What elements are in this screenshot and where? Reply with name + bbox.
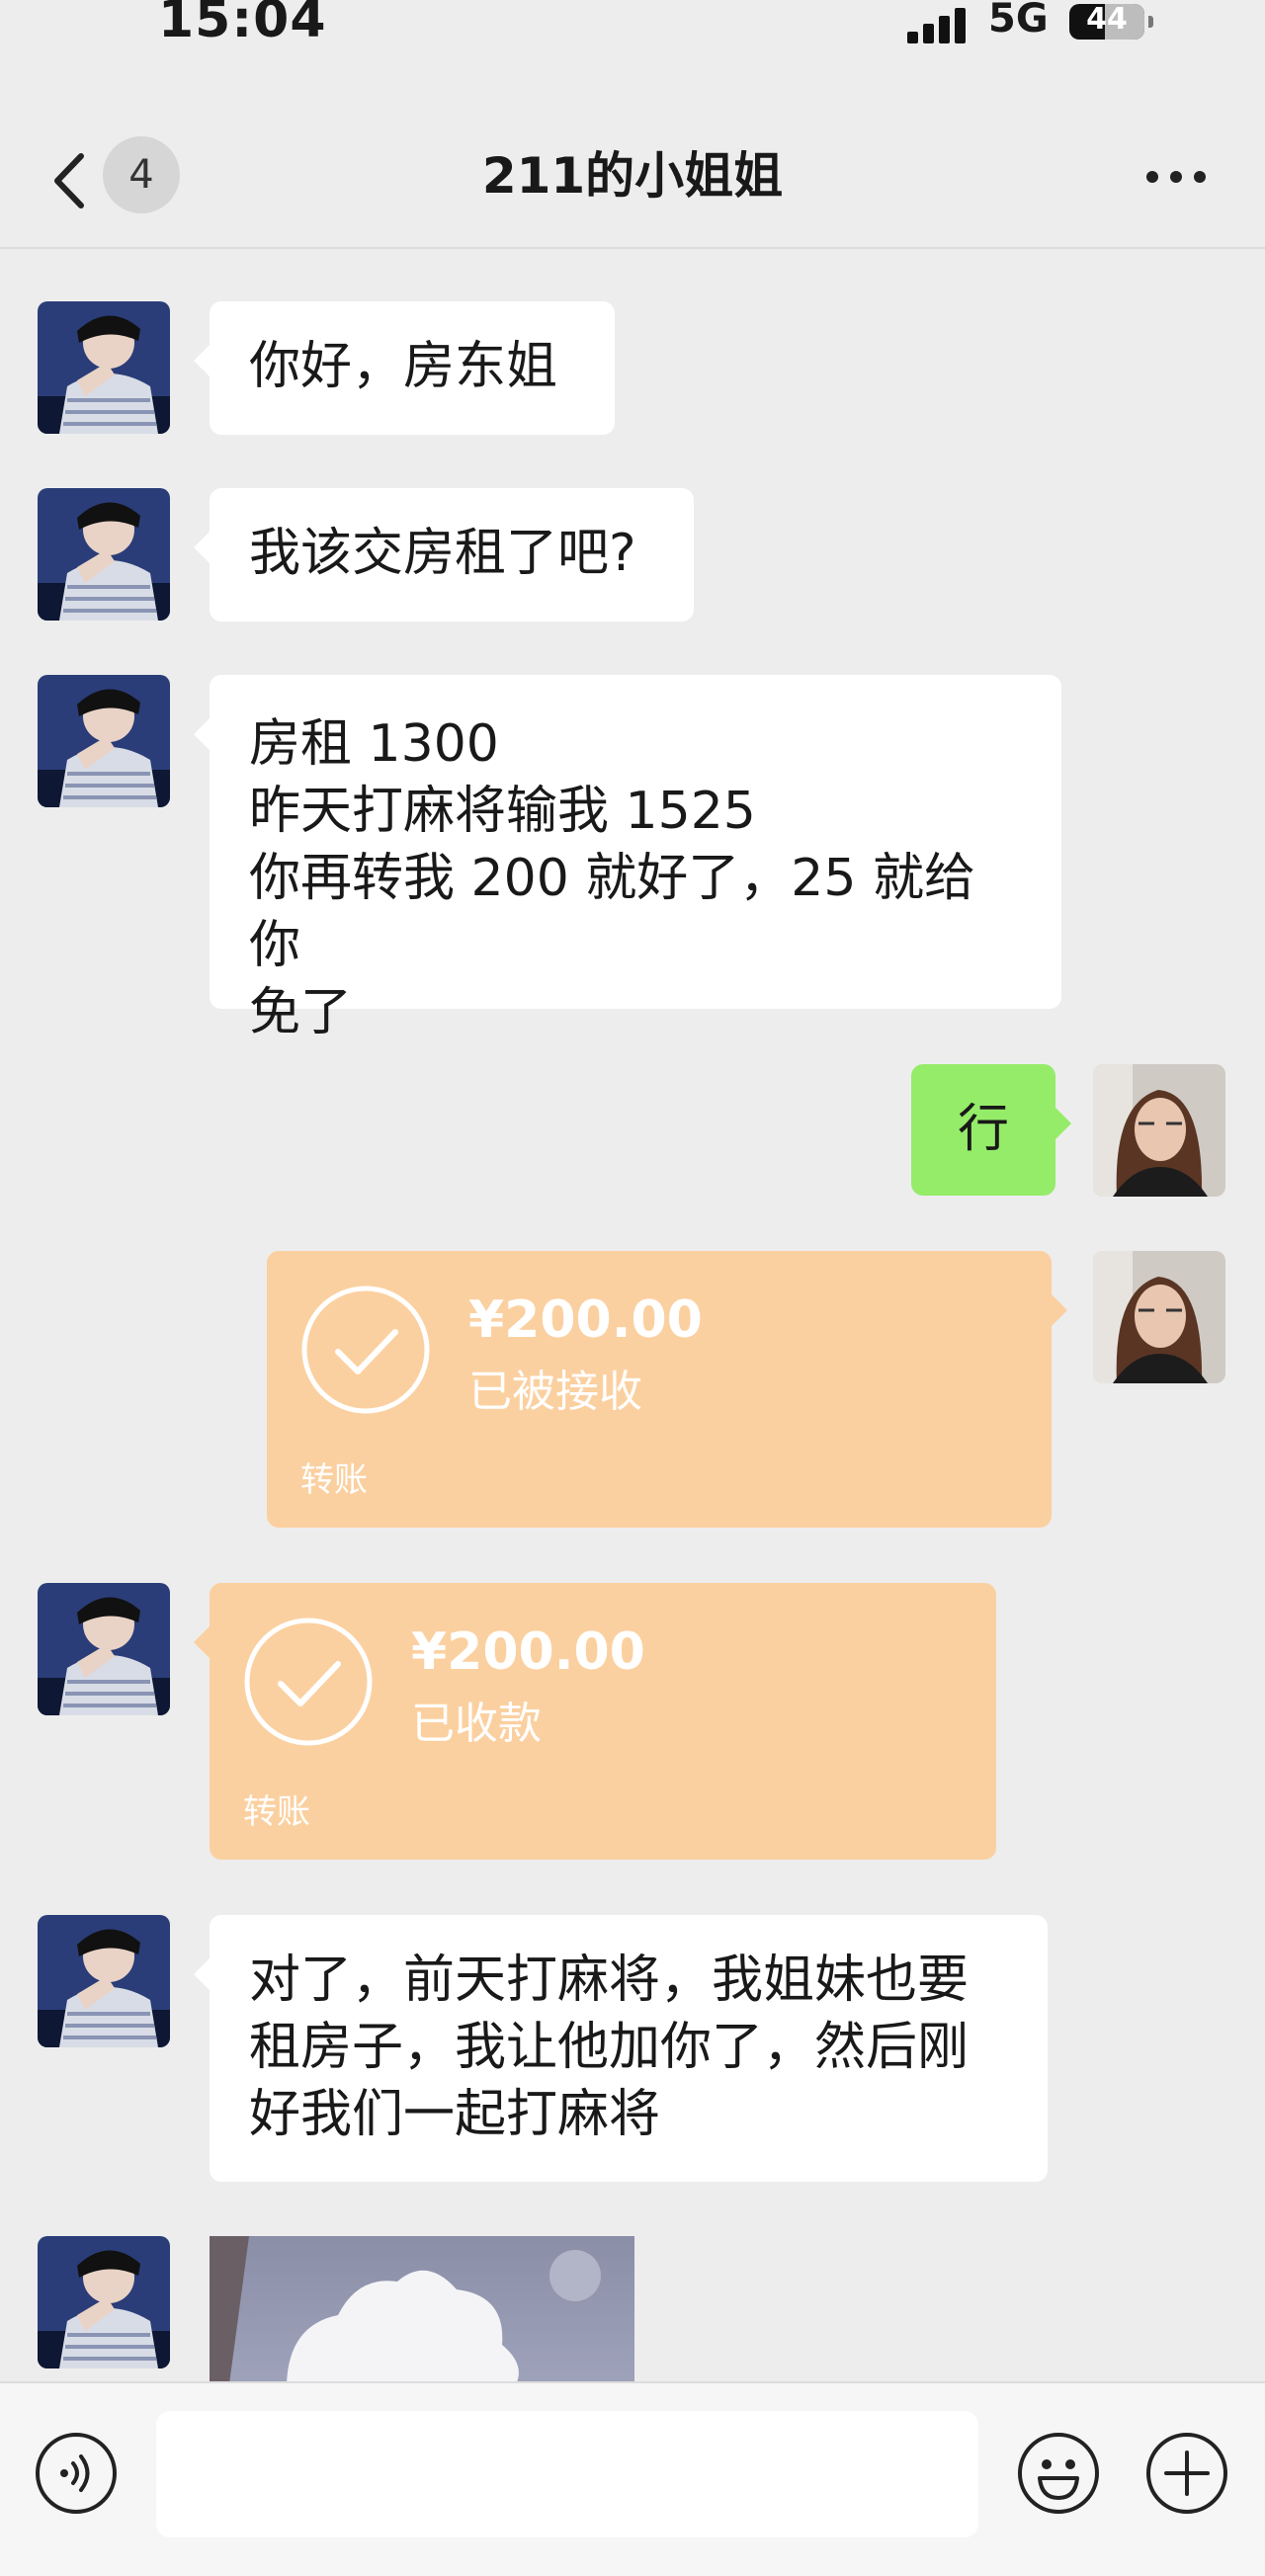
message-line: 房租 1300 <box>249 714 499 774</box>
network-type: 5G <box>988 0 1049 42</box>
message-bubble[interactable]: 你好，房东姐 <box>194 301 615 435</box>
message-bubble[interactable]: 我该交房租了吧? <box>194 488 694 622</box>
message-text: 我该交房租了吧? <box>249 524 636 583</box>
plus-button[interactable] <box>1144 2431 1229 2516</box>
message-line: 好我们一起打麻将 <box>249 2085 661 2144</box>
check-circle-icon <box>244 1618 373 1746</box>
transfer-amount: ¥200.00 <box>411 1622 645 1682</box>
transfer-label: 转账 <box>300 1460 368 1500</box>
emoji-button[interactable] <box>1016 2431 1101 2516</box>
message-line: 你再转我 200 就好了，25 就给你 <box>249 849 976 975</box>
message-text: 你好，房东姐 <box>249 337 558 396</box>
my-avatar[interactable] <box>1093 1251 1225 1383</box>
transfer-status: 已收款 <box>411 1699 542 1749</box>
message-bubble[interactable]: 对了，前天打麻将，我姐妹也要 租房子，我让他加你了，然后刚 好我们一起打麻将 <box>194 1915 1048 2182</box>
battery-level: 44 <box>1086 2 1128 37</box>
status-bar: 15:04 5G 44 <box>0 0 1265 69</box>
chat-title: 211的小姐姐 <box>481 147 784 205</box>
voice-icon <box>36 2433 117 2514</box>
message-line: 昨天打麻将输我 1525 <box>249 782 756 841</box>
contact-avatar[interactable] <box>38 675 170 807</box>
contact-avatar[interactable] <box>38 1915 170 2047</box>
more-button[interactable] <box>1137 163 1216 193</box>
more-dots-icon <box>1146 171 1158 183</box>
signal-icon <box>907 8 970 43</box>
image-message[interactable] <box>210 2236 634 2384</box>
transfer-card[interactable]: ¥200.00 已收款 转账 <box>194 1583 996 1860</box>
battery-icon: 44 <box>1069 2 1144 40</box>
message-text: 行 <box>957 1100 1009 1159</box>
message-bubble[interactable]: 房租 1300 昨天打麻将输我 1525 你再转我 200 就好了，25 就给你… <box>194 675 1061 1042</box>
transfer-amount: ¥200.00 <box>468 1290 703 1350</box>
status-time: 15:04 <box>158 0 327 49</box>
plus-icon <box>1146 2433 1227 2514</box>
transfer-status: 已被接收 <box>468 1367 642 1417</box>
message-line: 租房子，我让他加你了，然后刚 <box>249 2018 970 2077</box>
message-line: 对了，前天打麻将，我姐妹也要 <box>249 1951 970 2010</box>
message-line: 免了 <box>249 983 353 1042</box>
contact-avatar[interactable] <box>38 301 170 434</box>
contact-avatar[interactable] <box>38 488 170 621</box>
my-message-bubble[interactable]: 行 <box>911 1064 1071 1196</box>
my-avatar[interactable] <box>1093 1064 1225 1197</box>
check-circle-icon <box>301 1286 430 1414</box>
voice-button[interactable] <box>34 2431 119 2516</box>
transfer-card[interactable]: ¥200.00 已被接收 转账 <box>267 1251 1067 1528</box>
transfer-label: 转账 <box>243 1792 310 1832</box>
emoji-icon <box>1018 2433 1099 2514</box>
message-input[interactable] <box>156 2411 978 2537</box>
contact-avatar[interactable] <box>38 2236 170 2368</box>
chat-header: 4 211的小姐姐 <box>0 109 1265 249</box>
contact-avatar[interactable] <box>38 1583 170 1715</box>
input-bar <box>0 2381 1265 2576</box>
